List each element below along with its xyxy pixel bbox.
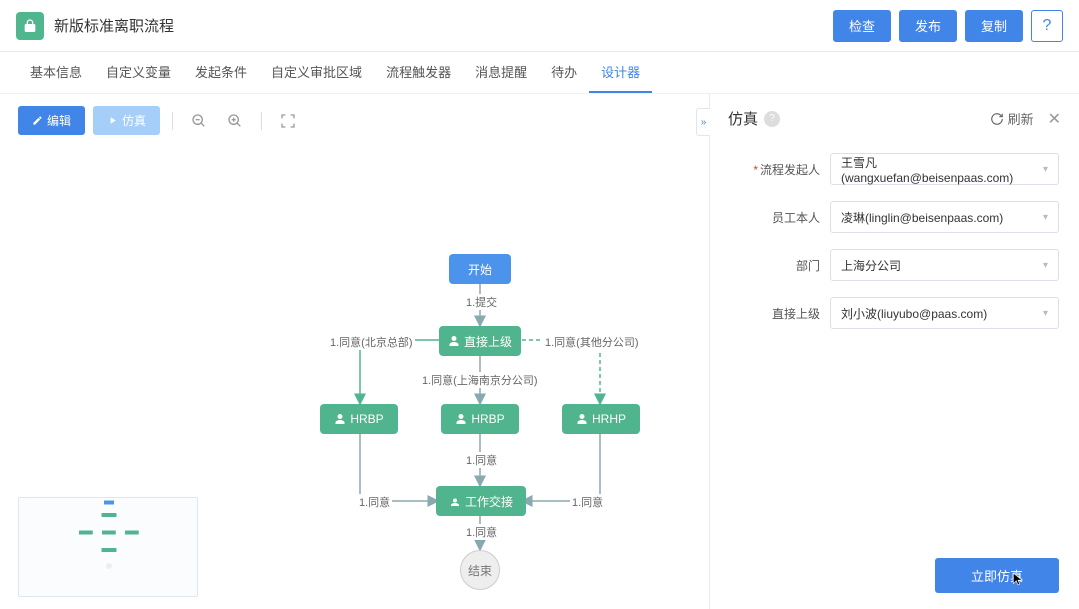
edge-label-agree-2: 1.同意 [357,494,392,510]
close-icon[interactable]: ✕ [1048,109,1061,129]
tab-designer[interactable]: 设计器 [589,52,652,93]
publish-button[interactable]: 发布 [899,10,957,42]
tab-basic-info[interactable]: 基本信息 [18,52,94,93]
header-actions: 检查 发布 复制 ? [833,10,1063,42]
help-button[interactable]: ? [1031,10,1063,42]
canvas[interactable]: 编辑 仿真 [0,94,709,609]
panel-title: 仿真 [728,108,758,129]
initiator-select[interactable]: 王雪凡(wangxuefan@beisenpaas.com) ▾ [830,153,1059,185]
help-icon[interactable]: ? [764,111,780,127]
tab-triggers[interactable]: 流程触发器 [374,52,463,93]
chevron-down-icon: ▾ [1043,164,1048,175]
edge-label-agree-3: 1.同意 [570,494,605,510]
zoom-out-icon[interactable] [185,107,213,135]
toolbar-separator-2 [261,112,262,130]
panel-footer: 立即仿真 [710,542,1079,609]
simulation-panel: » 仿真 ? 刷新 ✕ *流程发起人 王雪凡(wangxuefan@beisen… [709,94,1079,609]
tab-conditions[interactable]: 发起条件 [183,52,259,93]
node-direct-supervisor[interactable]: 直接上级 [439,326,521,356]
page-title: 新版标准离职流程 [54,15,174,36]
node-start[interactable]: 开始 [449,254,511,284]
node-end[interactable]: 结束 [460,550,500,590]
tab-notifications[interactable]: 消息提醒 [463,52,539,93]
refresh-button[interactable]: 刷新 [990,109,1034,128]
edge-label-agree-bj: 1.同意(北京总部) [328,334,415,350]
simulate-button[interactable]: 仿真 [93,106,160,135]
collapse-panel-icon[interactable]: » [696,108,710,136]
panel-body: *流程发起人 王雪凡(wangxuefan@beisenpaas.com) ▾ … [710,143,1079,542]
edge-label-submit: 1.提交 [464,294,499,310]
edit-button[interactable]: 编辑 [18,106,85,135]
fit-screen-icon[interactable] [274,107,302,135]
edge-label-agree-shnj: 1.同意(上海南京分公司) [420,372,540,388]
node-hrbp-1[interactable]: HRBP [320,404,398,434]
dept-select[interactable]: 上海分公司 ▾ [830,249,1059,281]
tab-custom-vars[interactable]: 自定义变量 [94,52,183,93]
node-hrbp-2[interactable]: HRBP [441,404,519,434]
app-header: 新版标准离职流程 检查 发布 复制 ? [0,0,1079,52]
cursor-icon [1011,572,1025,586]
supervisor-select[interactable]: 刘小波(liuyubo@paas.com) ▾ [830,297,1059,329]
panel-header: 仿真 ? 刷新 ✕ [710,94,1079,143]
workspace: 编辑 仿真 [0,94,1079,609]
edge-label-agree-1: 1.同意 [464,452,499,468]
node-handover[interactable]: 工作交接 [436,486,526,516]
node-hrhp[interactable]: HRHP [562,404,640,434]
tab-todo[interactable]: 待办 [539,52,589,93]
employee-select[interactable]: 凌琳(linglin@beisenpaas.com) ▾ [830,201,1059,233]
tab-approval-area[interactable]: 自定义审批区域 [259,52,374,93]
field-employee: 员工本人 凌琳(linglin@beisenpaas.com) ▾ [730,201,1059,233]
minimap[interactable] [18,497,198,597]
field-supervisor: 直接上级 刘小波(liuyubo@paas.com) ▾ [730,297,1059,329]
field-dept: 部门 上海分公司 ▾ [730,249,1059,281]
zoom-in-icon[interactable] [221,107,249,135]
canvas-toolbar: 编辑 仿真 [18,106,302,135]
toolbar-separator [172,112,173,130]
field-initiator: *流程发起人 王雪凡(wangxuefan@beisenpaas.com) ▾ [730,153,1059,185]
copy-button[interactable]: 复制 [965,10,1023,42]
app-logo-icon [16,12,44,40]
main-tabs: 基本信息 自定义变量 发起条件 自定义审批区域 流程触发器 消息提醒 待办 设计… [0,52,1079,94]
chevron-down-icon: ▾ [1043,308,1048,319]
edge-label-agree-other: 1.同意(其他分公司) [543,334,641,350]
chevron-down-icon: ▾ [1043,212,1048,223]
edge-label-agree-4: 1.同意 [464,524,499,540]
run-simulation-button[interactable]: 立即仿真 [935,558,1059,593]
check-button[interactable]: 检查 [833,10,891,42]
chevron-down-icon: ▾ [1043,260,1048,271]
